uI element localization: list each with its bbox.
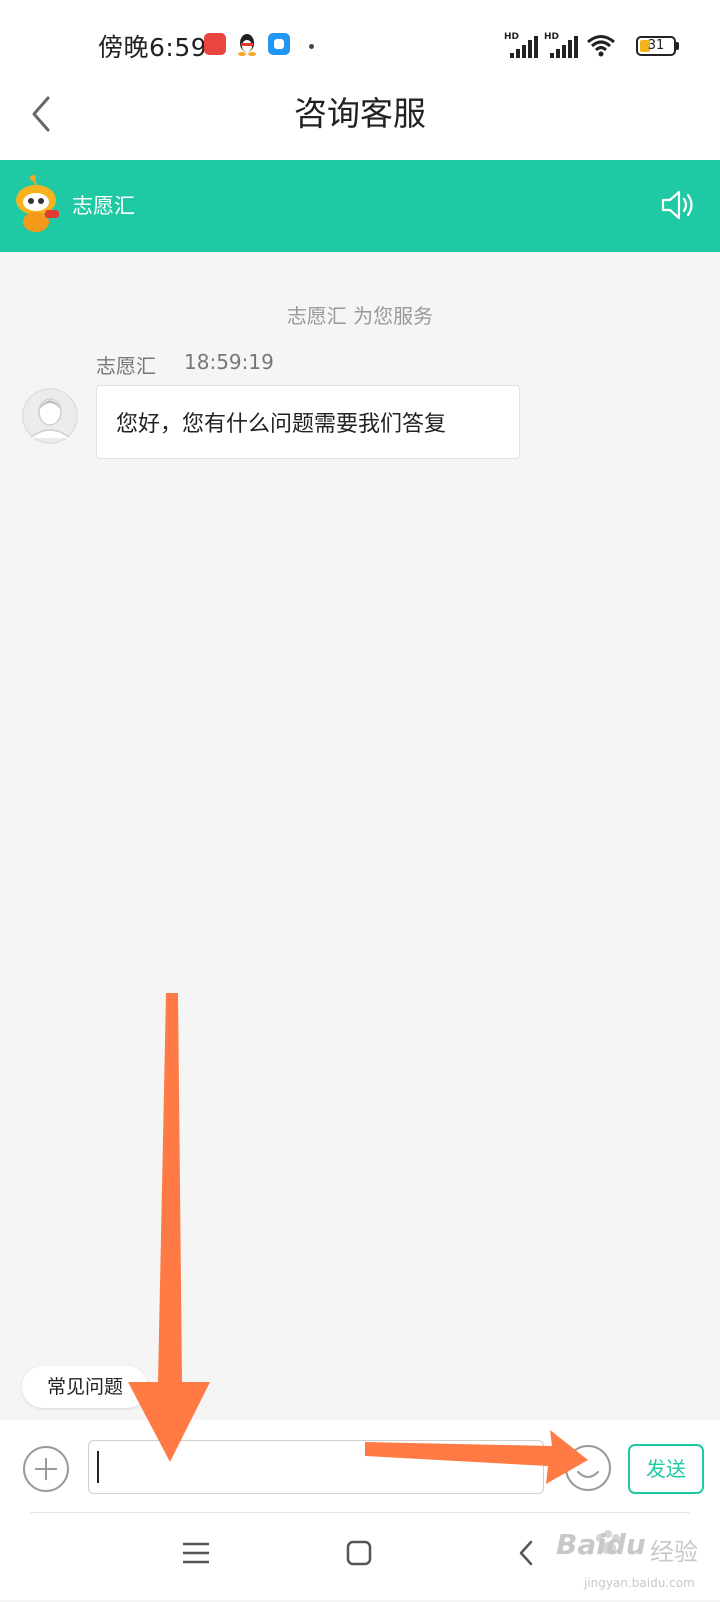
page-title: 咨询客服 (294, 94, 426, 133)
service-name: 志愿汇 (72, 194, 135, 218)
message-text: 您好，您有什么问题需要我们答复 (116, 412, 447, 437)
recent-apps-button[interactable] (180, 1540, 212, 1566)
menu-icon (183, 1542, 209, 1564)
plus-icon (23, 1446, 69, 1492)
message-time: 18:59:19 (184, 350, 274, 374)
watermark-brand: Baidu (556, 1528, 646, 1561)
battery-level: 31 (647, 38, 665, 53)
app-notification-icon (268, 33, 290, 55)
watermark-text: 经验 (650, 1538, 698, 1566)
system-back-button[interactable] (516, 1538, 536, 1568)
default-avatar-icon (22, 388, 78, 444)
battery-icon: 31 (636, 36, 676, 56)
qq-notification-icon (236, 32, 258, 56)
emoji-button[interactable] (564, 1444, 612, 1492)
message-input[interactable] (88, 1440, 544, 1494)
avatar (22, 388, 78, 444)
notification-app-icon (204, 33, 226, 55)
mascot-logo-icon (12, 174, 66, 234)
emoji-icon (565, 1445, 611, 1491)
wifi-icon (586, 34, 616, 58)
system-message: 志愿汇 为您服务 (286, 304, 434, 328)
watermark-url: jingyan.baidu.com (584, 1576, 695, 1590)
home-icon (346, 1540, 372, 1566)
text-cursor (97, 1451, 99, 1483)
faq-chip[interactable]: 常见问题 (22, 1366, 148, 1408)
status-time: 傍晚6:59 (98, 33, 208, 62)
speaker-icon (661, 190, 693, 220)
home-button[interactable] (346, 1540, 372, 1566)
battery-tip (676, 42, 679, 50)
signal-icon: HD (544, 32, 578, 58)
send-button[interactable]: 发送 (628, 1444, 704, 1494)
signal-icon: HD (504, 32, 538, 58)
message-sender: 志愿汇 (96, 354, 156, 378)
add-attachment-button[interactable] (22, 1445, 70, 1493)
more-notifications-icon (309, 44, 314, 49)
back-icon (519, 1540, 533, 1566)
speaker-button[interactable] (660, 188, 698, 222)
